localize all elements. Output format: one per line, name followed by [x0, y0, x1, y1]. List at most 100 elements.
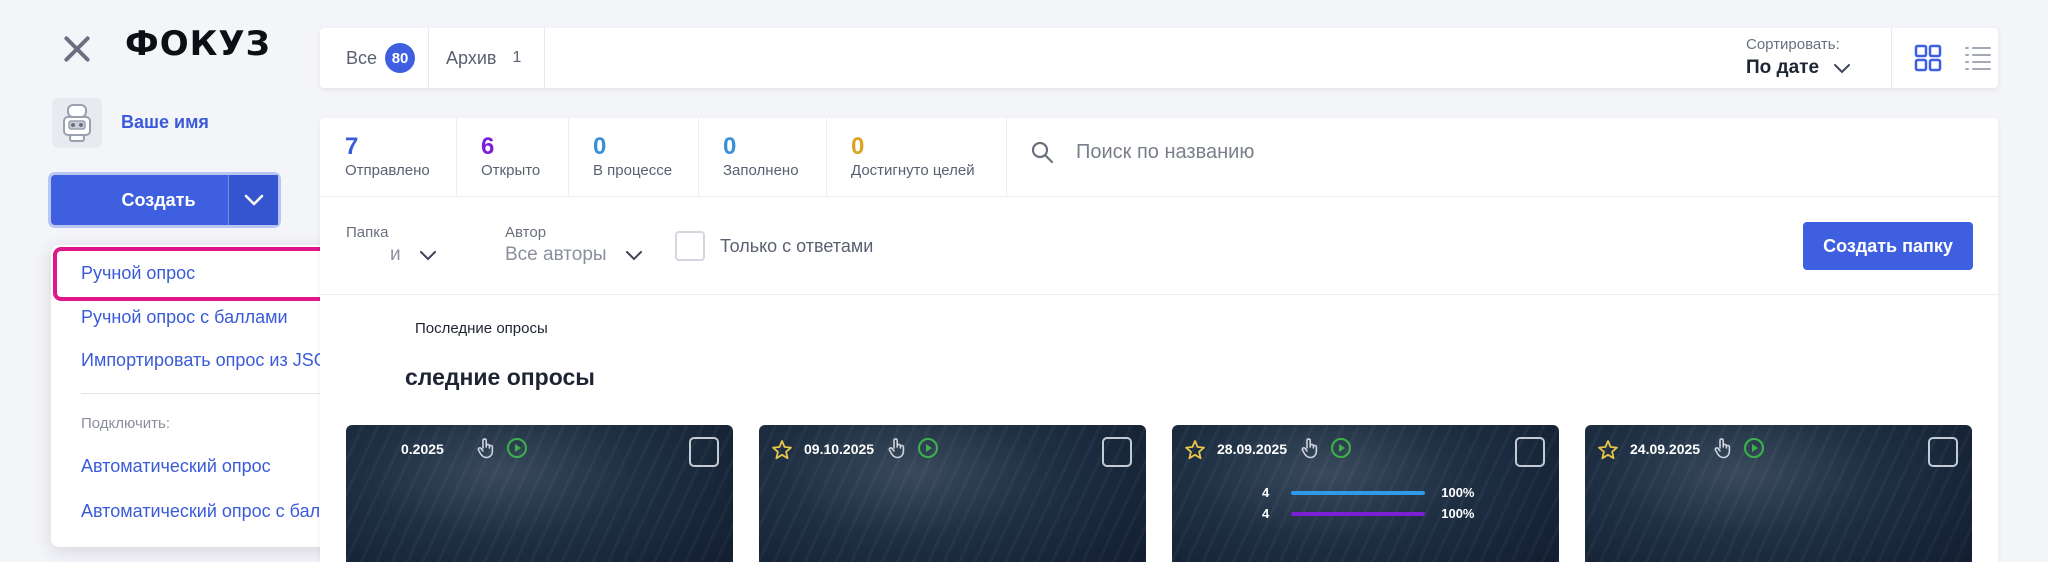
survey-card[interactable]: 0.2025 — [346, 425, 733, 562]
card-select-checkbox[interactable] — [1102, 437, 1132, 467]
manual-hand-icon — [477, 438, 494, 459]
card-date: 0.2025 — [401, 441, 444, 457]
menu-item-manual-survey[interactable]: Ручной опрос — [81, 263, 195, 284]
author-filter-value: Все авторы — [505, 244, 607, 265]
tab-all-label: Все — [346, 47, 378, 68]
card-icons — [1300, 437, 1352, 459]
manual-hand-icon — [888, 438, 905, 459]
sort-label: Сортировать: — [1746, 36, 1840, 53]
author-filter-label: Автор — [505, 224, 547, 241]
search-icon — [1031, 141, 1054, 164]
stat-opened-label: Открыто — [481, 162, 541, 179]
folder-filter-select[interactable]: и — [346, 244, 437, 266]
card-stat-count: 4 — [1262, 506, 1270, 521]
stat-in-progress-value: 0 — [593, 133, 607, 160]
author-filter-select[interactable]: Все авторы — [505, 244, 643, 266]
stat-completed-label: Заполнено — [723, 162, 799, 179]
play-icon — [1744, 438, 1764, 458]
view-divider — [1891, 28, 1892, 88]
grid-view-icon — [1914, 44, 1942, 72]
folder-filter-label: Папка — [346, 224, 389, 241]
card-date: 28.09.2025 — [1217, 441, 1288, 457]
manual-hand-icon — [1301, 438, 1318, 459]
card-date: 09.10.2025 — [804, 441, 875, 457]
card-stat-bar-sent — [1291, 490, 1426, 495]
star-icon[interactable] — [1184, 439, 1206, 461]
stat-completed[interactable]: 0 Заполнено — [698, 118, 826, 196]
list-view-button[interactable] — [1960, 40, 1996, 76]
logo: ФОКУЗ — [125, 24, 271, 64]
search-input[interactable] — [1076, 140, 1676, 164]
survey-card[interactable]: 28.09.2025 4 100% 4 100% — [1172, 425, 1559, 562]
menu-item-auto-survey[interactable]: Автоматический опрос — [81, 456, 271, 477]
stat-goals-reached[interactable]: 0 Достигнуто целей — [826, 118, 1006, 196]
play-icon — [1331, 438, 1351, 458]
stat-in-progress-label: В процессе — [593, 162, 673, 179]
menu-item-manual-survey-scored[interactable]: Ручной опрос с баллами — [81, 307, 288, 328]
breadcrumb[interactable]: Последние опросы — [415, 320, 548, 337]
card-select-checkbox[interactable] — [689, 437, 719, 467]
create-button[interactable]: Создать — [51, 175, 228, 225]
surveys-panel: 7 Отправлено 6 Открыто 0 В процессе 0 За… — [320, 118, 1998, 562]
card-icons — [476, 437, 528, 459]
menu-connect-label: Подключить: — [81, 415, 170, 432]
top-bar: Все 80 Архив 1 Сортировать: По дате — [320, 28, 1998, 88]
play-icon — [507, 438, 527, 458]
avatar[interactable] — [52, 98, 102, 148]
play-icon — [918, 438, 938, 458]
tab-all-count-badge: 80 — [385, 43, 416, 73]
card-icons — [887, 437, 939, 459]
card-stat-row: 4 100% — [1262, 506, 1474, 521]
close-icon[interactable] — [58, 30, 96, 68]
card-stat-percent: 100% — [1441, 506, 1475, 521]
chevron-down-icon — [419, 250, 436, 260]
stat-goals-label: Достигнуто целей — [851, 162, 975, 179]
sort-select[interactable]: По дате — [1746, 57, 1851, 79]
star-icon[interactable] — [1597, 439, 1619, 461]
manual-hand-icon — [1714, 438, 1731, 459]
stat-opened-value: 6 — [481, 133, 495, 160]
card-select-checkbox[interactable] — [1928, 437, 1958, 467]
tab-divider — [544, 28, 545, 88]
tab-divider — [428, 28, 429, 88]
tab-archive[interactable]: Архив 1 — [446, 28, 521, 88]
folder-filter-value: и — [390, 244, 401, 265]
stat-goals-value: 0 — [851, 133, 865, 160]
chevron-down-icon — [625, 250, 642, 260]
search-box — [1030, 140, 1676, 164]
card-stat-bar-opened — [1291, 511, 1426, 516]
survey-card[interactable]: 09.10.2025 — [759, 425, 1146, 562]
sort-value: По дате — [1746, 57, 1820, 78]
create-split-button: Создать — [51, 175, 278, 225]
only-answers-label: Только с ответами — [720, 236, 874, 256]
create-folder-button[interactable]: Создать папку — [1803, 222, 1973, 270]
stat-completed-value: 0 — [723, 133, 737, 160]
list-view-icon — [1965, 47, 1991, 70]
section-title: следние опросы — [405, 364, 595, 390]
stat-sent[interactable]: 7 Отправлено — [320, 118, 456, 196]
stat-sent-label: Отправлено — [345, 162, 430, 179]
grid-view-button[interactable] — [1910, 40, 1946, 76]
tab-all[interactable]: Все 80 — [346, 28, 416, 88]
stat-opened[interactable]: 6 Открыто — [456, 118, 568, 196]
stat-divider — [1006, 118, 1007, 196]
only-answers-checkbox[interactable] — [675, 231, 705, 261]
create-dropdown-toggle[interactable] — [228, 175, 278, 225]
card-date: 24.09.2025 — [1630, 441, 1701, 457]
card-stat-count: 4 — [1262, 485, 1270, 500]
card-select-checkbox[interactable] — [1515, 437, 1545, 467]
tab-archive-count: 1 — [512, 49, 522, 66]
star-icon[interactable] — [771, 439, 793, 461]
stat-sent-value: 7 — [345, 133, 359, 160]
chevron-down-icon — [244, 194, 263, 206]
chevron-down-icon — [1834, 63, 1851, 73]
survey-card[interactable]: 24.09.2025 — [1585, 425, 1972, 562]
card-stat-percent: 100% — [1441, 485, 1475, 500]
card-stat-row: 4 100% — [1262, 485, 1474, 500]
stats-divider — [320, 196, 1998, 197]
tab-archive-label: Архив — [446, 47, 497, 68]
filters-divider — [320, 294, 1998, 295]
stat-in-progress[interactable]: 0 В процессе — [568, 118, 698, 196]
robot-avatar-icon — [63, 104, 91, 142]
user-name-link[interactable]: Ваше имя — [121, 112, 209, 133]
